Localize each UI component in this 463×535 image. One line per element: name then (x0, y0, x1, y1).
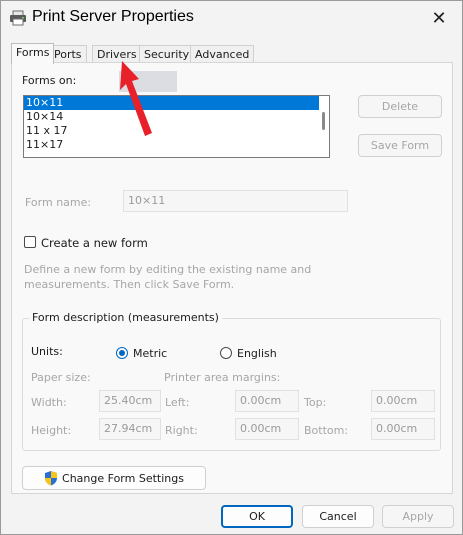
create-new-form-checkbox[interactable] (24, 236, 36, 248)
left-margin-field[interactable]: 0.00cm (235, 390, 299, 412)
list-item[interactable]: 11×17 (24, 138, 319, 152)
form-description-group: Form description (measurements) Units: M… (22, 311, 441, 451)
top-margin-field[interactable]: 0.00cm (371, 390, 435, 412)
list-item[interactable]: 10×14 (24, 110, 319, 124)
red-arrow-annotation-icon (120, 61, 152, 136)
change-form-settings-label: Change Form Settings (62, 471, 184, 485)
height-label: Height: (31, 424, 72, 437)
create-new-form-label[interactable]: Create a new form (41, 236, 148, 250)
top-margin-label: Top: (304, 396, 327, 409)
help-text-line-1: Define a new form by editing the existin… (24, 263, 312, 276)
height-field[interactable]: 27.94cm (99, 418, 161, 440)
list-item[interactable]: 11 x 17 (24, 124, 319, 138)
save-form-button[interactable]: Save Form (358, 134, 442, 157)
english-label[interactable]: English (237, 347, 277, 360)
form-name-label: Form name: (25, 196, 92, 209)
window-title: Print Server Properties (32, 8, 194, 25)
width-label: Width: (31, 396, 67, 409)
ok-button[interactable]: OK (221, 505, 293, 528)
tab-advanced[interactable]: Advanced (190, 45, 255, 63)
metric-radio[interactable] (116, 347, 128, 359)
paper-size-label: Paper size: (31, 371, 91, 384)
title-bar: Print Server Properties ✕ (1, 1, 462, 35)
list-item[interactable]: 10×11 (24, 96, 319, 110)
forms-on-label: Forms on: (22, 74, 77, 87)
right-margin-field[interactable]: 0.00cm (235, 418, 299, 440)
close-button[interactable]: ✕ (416, 1, 462, 35)
right-margin-label: Right: (165, 424, 198, 437)
form-name-field[interactable]: 10×11 (123, 190, 348, 212)
tab-ports[interactable]: Ports (49, 45, 87, 63)
units-label: Units: (31, 345, 63, 358)
bottom-margin-field[interactable]: 0.00cm (371, 418, 435, 440)
english-radio[interactable] (220, 347, 232, 359)
metric-label[interactable]: Metric (133, 347, 167, 360)
tab-forms[interactable]: Forms (11, 43, 55, 64)
apply-button[interactable]: Apply (382, 505, 454, 528)
cancel-button[interactable]: Cancel (302, 505, 374, 528)
delete-button[interactable]: Delete (358, 95, 442, 118)
close-icon: ✕ (431, 7, 447, 29)
change-form-settings-button[interactable]: Change Form Settings (22, 466, 206, 490)
printer-margins-label: Printer area margins: (164, 371, 281, 384)
print-server-properties-window: Print Server Properties ✕ Forms Ports Dr… (0, 0, 463, 535)
forms-listbox[interactable]: 10×11 10×14 11 x 17 11×17 (23, 95, 330, 158)
printer-icon (10, 10, 26, 26)
help-text-line-2: measurements. Then click Save Form. (24, 278, 235, 291)
width-field[interactable]: 25.40cm (99, 390, 161, 412)
left-margin-label: Left: (165, 396, 190, 409)
uac-shield-icon (45, 471, 58, 486)
form-description-title: Form description (measurements) (29, 311, 222, 324)
forms-tab-panel: Forms on: 10×11 10×14 11 x 17 11×17 Dele… (11, 62, 453, 494)
scrollbar-thumb[interactable] (322, 112, 325, 130)
listbox-scrollbar[interactable] (318, 96, 329, 157)
bottom-margin-label: Bottom: (304, 424, 349, 437)
